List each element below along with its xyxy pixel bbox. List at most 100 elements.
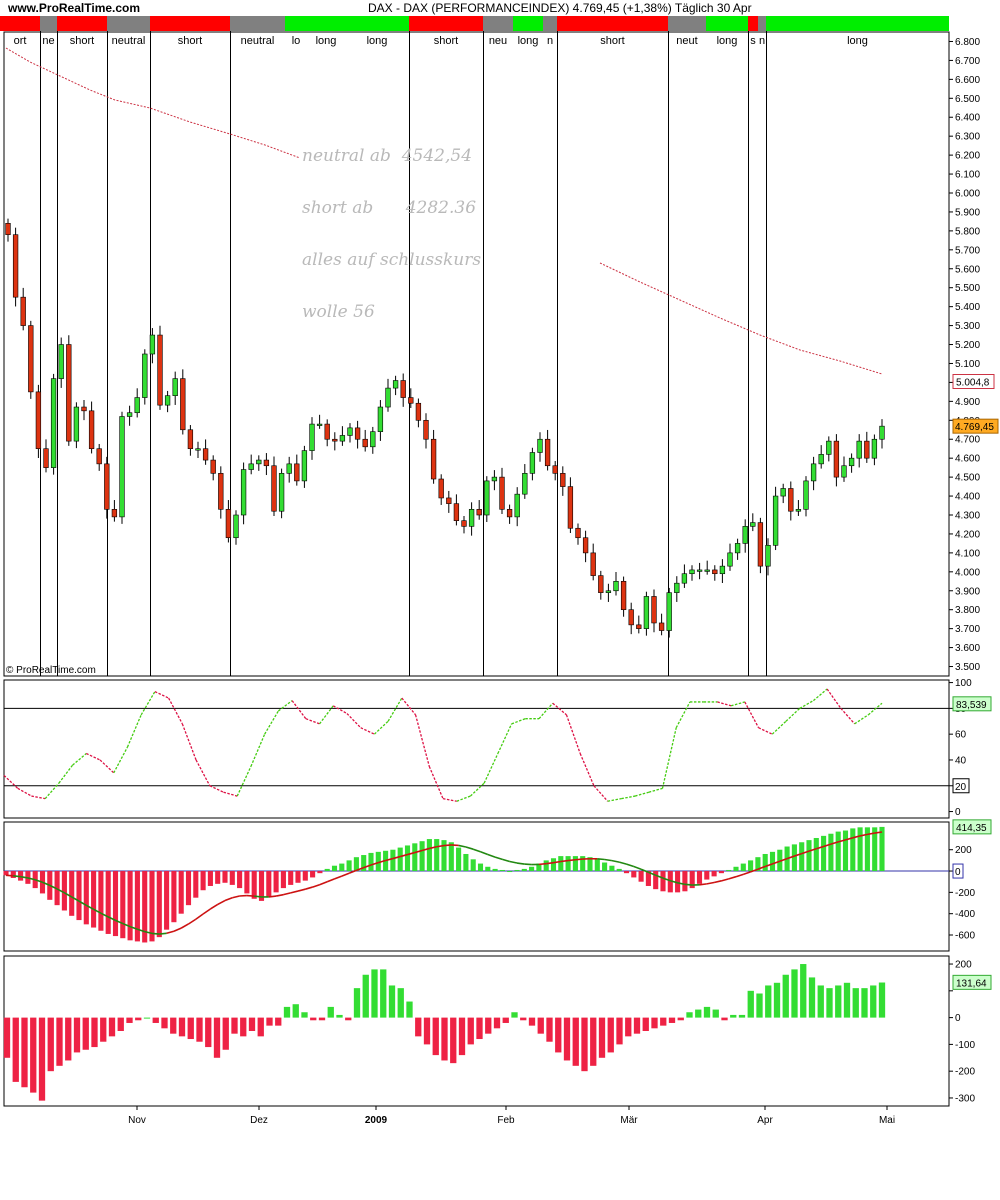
signal-label: s — [750, 35, 756, 47]
signal-line-segment — [166, 930, 175, 935]
candle-body — [187, 429, 194, 450]
momentum-bar — [100, 1017, 107, 1042]
y-tick-label: 0 — [955, 1013, 961, 1024]
oscillator-segment — [483, 753, 499, 784]
y-tick-label: 6.500 — [955, 94, 980, 105]
momentum-bar — [791, 969, 798, 1018]
signal-segment — [513, 16, 543, 31]
oscillator-segment — [826, 688, 842, 709]
signal-line-segment — [217, 899, 226, 906]
histogram-bar — [295, 871, 301, 883]
candle — [58, 337, 64, 388]
signal-segment — [107, 16, 150, 31]
oscillator-segment — [867, 702, 883, 716]
candle — [689, 565, 695, 581]
candle — [567, 477, 574, 533]
candle — [826, 436, 832, 462]
oscillator-segment — [854, 714, 869, 725]
candle-body — [88, 410, 95, 450]
histogram-bar — [696, 871, 703, 884]
histogram-bar — [317, 871, 323, 874]
y-tick-label: 4.900 — [955, 397, 980, 408]
candle-body — [324, 423, 330, 440]
y-tick-label: 0 — [955, 807, 961, 818]
candle-body — [544, 438, 551, 467]
signal-line-segment — [633, 865, 642, 870]
candle-body — [354, 427, 361, 440]
histogram-bar — [222, 871, 228, 883]
momentum-bar — [835, 985, 842, 1018]
momentum-bar — [371, 969, 378, 1018]
candle — [423, 413, 429, 449]
candle-body — [256, 459, 262, 465]
candle-body — [712, 569, 718, 575]
histogram-bar — [660, 871, 666, 892]
candle — [704, 560, 710, 575]
candle-body — [453, 503, 460, 521]
histogram-bar — [200, 871, 206, 891]
momentum-bar — [336, 1014, 343, 1018]
y-tick-label: 40 — [955, 755, 967, 766]
candle-body — [742, 526, 748, 544]
candle — [362, 429, 368, 452]
histogram-bar — [69, 871, 75, 916]
candle-body — [765, 545, 771, 567]
oscillator-segment — [264, 710, 279, 735]
oscillator-segment — [579, 753, 595, 787]
candle-body — [142, 353, 148, 398]
signal-label: neutral — [112, 35, 146, 47]
oscillator-segment — [140, 691, 156, 716]
histogram-bar — [602, 862, 608, 872]
oscillator-segment — [401, 697, 417, 716]
candle-body — [240, 469, 247, 516]
histogram-bar — [149, 871, 155, 942]
histogram-bar — [726, 869, 732, 872]
oscillator-segment — [181, 723, 197, 761]
histogram-bar — [91, 871, 97, 928]
momentum-bar — [30, 1017, 37, 1093]
momentum-bar — [353, 988, 361, 1018]
signal-line-segment — [224, 896, 233, 902]
momentum-bar — [782, 974, 789, 1018]
momentum-bar — [240, 1017, 247, 1037]
chart-canvas: ort ne short neutral short neutral lo long long s… — [0, 16, 999, 1126]
candle — [430, 429, 437, 484]
signal-line-segment — [13, 874, 21, 878]
momentum-bar — [213, 1017, 221, 1058]
momentum-bar — [581, 1017, 588, 1072]
candle — [681, 564, 688, 588]
candle-body — [263, 459, 270, 467]
candle-body — [347, 427, 353, 436]
oscillator-segment — [675, 701, 691, 729]
candle-body — [218, 473, 224, 510]
histogram-bar — [229, 871, 235, 885]
x-tick-label: Feb — [497, 1115, 515, 1126]
candle — [20, 287, 26, 331]
signal-line-segment — [472, 848, 481, 853]
momentum-bar — [607, 1017, 614, 1053]
histogram-bar — [507, 871, 513, 873]
candle — [620, 576, 627, 617]
histogram-bar — [565, 856, 571, 872]
moving-average-line — [5, 47, 301, 159]
annotation-text: alles auf schlusskurs — [302, 250, 481, 270]
candle — [864, 431, 870, 463]
candle — [195, 441, 201, 458]
candle — [613, 572, 619, 596]
histogram-bar — [134, 871, 140, 942]
momentum-bar — [773, 982, 781, 1018]
y-tick-label: 4.100 — [955, 548, 980, 559]
signal-line-segment — [611, 859, 620, 863]
oscillator-segment — [305, 718, 320, 725]
oscillator-segment — [758, 727, 773, 735]
momentum-bar — [756, 993, 763, 1018]
candle-body — [385, 387, 391, 408]
candle — [476, 500, 482, 520]
candle — [506, 504, 513, 524]
oscillator-segment — [840, 707, 856, 725]
signal-line-segment — [487, 853, 496, 858]
y-tick-label: 4.500 — [955, 473, 980, 484]
momentum-bar — [91, 1017, 98, 1048]
oscillator-segment — [565, 714, 581, 754]
momentum-bar — [248, 1017, 256, 1031]
